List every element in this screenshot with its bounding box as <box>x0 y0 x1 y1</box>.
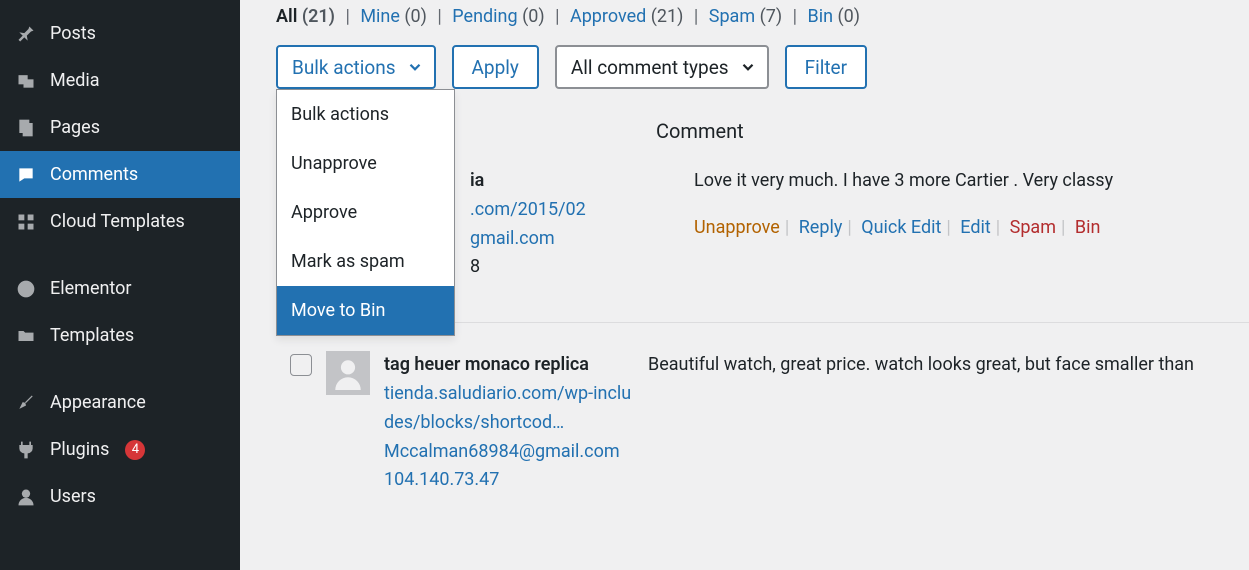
bulk-actions-selected: Bulk actions <box>292 56 396 79</box>
comment-author-column: tag heuer monaco replica tienda.saludiar… <box>384 351 634 495</box>
filter-mine[interactable]: Mine (0) <box>360 6 427 27</box>
comment-text-column: Beautiful watch, great price. watch look… <box>648 351 1249 380</box>
filter-spam[interactable]: Spam (7) <box>709 6 782 27</box>
bulk-option-move-to-bin[interactable]: Move to Bin <box>277 286 454 335</box>
filter-button[interactable]: Filter <box>785 45 867 89</box>
comment-author-name: tag heuer monaco replica <box>384 351 634 380</box>
sidebar-item-templates[interactable]: Templates <box>0 312 240 359</box>
action-quick-edit[interactable]: Quick Edit <box>861 217 941 238</box>
folder-icon <box>14 326 38 346</box>
pages-icon <box>14 118 38 138</box>
sidebar-item-elementor[interactable]: Elementor <box>0 265 240 312</box>
user-icon <box>14 487 38 507</box>
sidebar-item-label: Pages <box>50 117 100 138</box>
sidebar-item-label: Posts <box>50 23 96 44</box>
sidebar-item-label: Elementor <box>50 278 132 299</box>
sidebar-item-comments[interactable]: Comments <box>0 151 240 198</box>
filter-approved[interactable]: Approved (21) <box>570 6 683 27</box>
action-spam[interactable]: Spam <box>1010 217 1056 238</box>
comment-author-email[interactable]: gmail.com <box>470 225 630 254</box>
row-checkbox[interactable] <box>290 354 312 376</box>
column-header-comment: Comment <box>656 119 1249 143</box>
sidebar-item-plugins[interactable]: Plugins 4 <box>0 426 240 473</box>
filter-bin[interactable]: Bin (0) <box>808 6 861 27</box>
filter-all[interactable]: All (21) <box>276 6 335 27</box>
sidebar-item-users[interactable]: Users <box>0 473 240 520</box>
comment-author-column: ia .com/2015/02 gmail.com 8 <box>470 167 630 282</box>
comment-author-url[interactable]: .com/2015/02 <box>470 196 630 225</box>
comment-text-column: Love it very much. I have 3 more Cartier… <box>694 167 1249 243</box>
comment-author-name: ia <box>470 167 630 196</box>
apply-button[interactable]: Apply <box>452 45 539 89</box>
bulk-actions-menu: Bulk actions Unapprove Approve Mark as s… <box>276 89 455 336</box>
comment-icon <box>14 165 38 185</box>
sidebar-item-label: Media <box>50 70 100 91</box>
comment-author-url[interactable]: tienda.saludiario.com/wp-includes/blocks… <box>384 380 634 438</box>
filter-pending[interactable]: Pending (0) <box>452 6 544 27</box>
bulk-option-bulk-actions[interactable]: Bulk actions <box>277 90 454 139</box>
action-bin[interactable]: Bin <box>1075 217 1101 238</box>
brush-icon <box>14 393 38 413</box>
action-reply[interactable]: Reply <box>799 217 843 238</box>
tablenav-top: Bulk actions Bulk actions Unapprove Appr… <box>276 45 1249 89</box>
pushpin-icon <box>14 24 38 44</box>
sidebar-item-posts[interactable]: Posts <box>0 10 240 57</box>
sidebar-item-label: Appearance <box>50 392 146 413</box>
comment-author-email[interactable]: Mccalman68984@gmail.com <box>384 438 634 467</box>
plugin-update-badge: 4 <box>125 440 145 460</box>
sidebar-item-label: Plugins <box>50 439 109 460</box>
chevron-down-icon <box>739 58 757 76</box>
chevron-down-icon <box>406 58 424 76</box>
comment-types-selected: All comment types <box>571 56 729 79</box>
main-content: All (21) | Mine (0) | Pending (0) | Appr… <box>240 0 1249 570</box>
media-icon <box>14 71 38 91</box>
grid-icon <box>14 212 38 232</box>
sidebar-item-label: Comments <box>50 164 138 185</box>
comment-row-actions: Unapprove| Reply| Quick Edit| Edit| Spam… <box>694 214 1249 243</box>
comment-text: Love it very much. I have 3 more Cartier… <box>694 167 1249 196</box>
sidebar-item-cloud-templates[interactable]: Cloud Templates <box>0 198 240 245</box>
bulk-option-unapprove[interactable]: Unapprove <box>277 139 454 188</box>
comment-row: tag heuer monaco replica tienda.saludiar… <box>276 351 1249 495</box>
comment-status-filters: All (21) | Mine (0) | Pending (0) | Appr… <box>276 6 1249 27</box>
sidebar-item-label: Templates <box>50 325 134 346</box>
sidebar-item-appearance[interactable]: Appearance <box>0 379 240 426</box>
plug-icon <box>14 440 38 460</box>
sidebar-item-label: Users <box>50 486 96 507</box>
action-edit[interactable]: Edit <box>960 217 990 238</box>
bulk-option-mark-spam[interactable]: Mark as spam <box>277 237 454 286</box>
admin-sidebar: Posts Media Pages Comments Cloud Templat… <box>0 0 240 570</box>
sidebar-item-media[interactable]: Media <box>0 57 240 104</box>
comment-types-select[interactable]: All comment types <box>555 45 769 89</box>
bulk-actions-dropdown[interactable]: Bulk actions Bulk actions Unapprove Appr… <box>276 45 436 89</box>
bulk-option-approve[interactable]: Approve <box>277 188 454 237</box>
elementor-icon <box>14 279 38 299</box>
action-unapprove[interactable]: Unapprove <box>694 217 780 238</box>
sidebar-item-label: Cloud Templates <box>50 211 185 232</box>
author-avatar <box>326 351 370 395</box>
comment-text: Beautiful watch, great price. watch look… <box>648 351 1249 380</box>
sidebar-item-pages[interactable]: Pages <box>0 104 240 151</box>
comment-author-ip[interactable]: 104.140.73.47 <box>384 466 634 495</box>
comment-author-ip: 8 <box>470 253 630 282</box>
